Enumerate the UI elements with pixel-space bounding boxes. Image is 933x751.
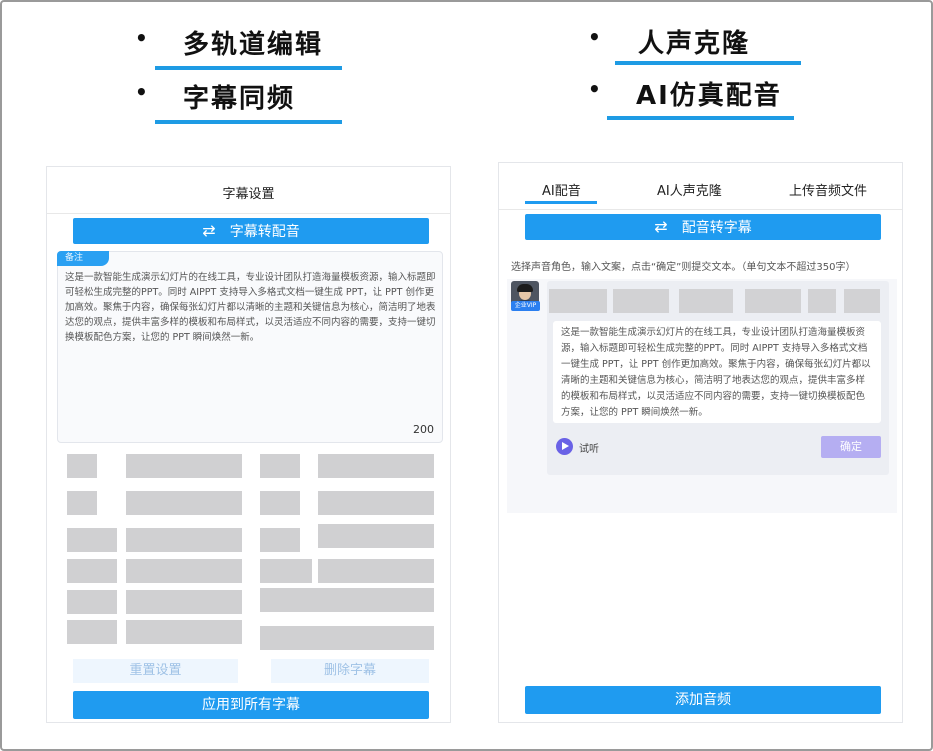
setting-control[interactable] — [318, 454, 434, 478]
tab-upload-audio[interactable]: 上传音频文件 — [789, 180, 867, 199]
feature-label: 人声克隆 — [638, 29, 751, 59]
voice-option[interactable] — [844, 289, 880, 313]
setting-label — [67, 590, 117, 614]
dubbing-text: 这是一款智能生成演示幻灯片的在线工具，专业设计团队打造海量模板资源，输入标题即可… — [561, 327, 871, 418]
feature-label: AI仿真配音 — [636, 81, 782, 111]
setting-control[interactable] — [126, 590, 242, 614]
confirm-button[interactable]: 确定 — [821, 436, 881, 458]
instruction-text: 选择声音角色，输入文案，点击“确定”则提交文本。（单句文本不超过350字） — [511, 262, 856, 273]
voice-option[interactable] — [745, 289, 801, 313]
feature-bullet-subtitle-sync: • 字幕同频 — [135, 78, 295, 115]
feature-bullet-multitrack: • 多轨道编辑 — [135, 24, 323, 61]
setting-control[interactable] — [126, 559, 242, 583]
feature-label: 多轨道编辑 — [183, 30, 324, 60]
setting-control-wide[interactable] — [260, 626, 434, 650]
feature-underline — [615, 61, 801, 65]
subtitle-settings-panel: 字幕设置 ⇄ 字幕转配音 备注 这是一款智能生成演示幻灯片的在线工具，专业设计团队… — [46, 166, 451, 723]
bullet-dot: • — [588, 25, 603, 49]
note-textarea[interactable]: 备注 这是一款智能生成演示幻灯片的在线工具，专业设计团队打造海量模板资源，输入标… — [57, 251, 443, 443]
setting-label — [260, 559, 312, 583]
bullet-dot: • — [588, 77, 603, 101]
delete-subtitle-button[interactable]: 删除字幕 — [271, 659, 429, 683]
voice-option[interactable] — [613, 289, 669, 313]
reset-settings-button[interactable]: 重置设置 — [73, 659, 238, 683]
feature-underline — [607, 116, 794, 120]
panel-title: 字幕设置 — [222, 187, 275, 202]
setting-label — [67, 528, 117, 552]
setting-control[interactable] — [318, 524, 434, 548]
note-tag: 备注 — [57, 251, 109, 266]
bullet-dot: • — [135, 26, 150, 50]
feature-underline — [155, 66, 342, 70]
active-tab-indicator — [525, 201, 597, 204]
voice-option[interactable] — [808, 289, 836, 313]
setting-label — [67, 491, 97, 515]
feature-bullet-ai-dubbing: • AI仿真配音 — [588, 75, 782, 112]
voice-option[interactable] — [549, 289, 607, 313]
divider — [499, 209, 902, 210]
swap-icon: ⇄ — [202, 221, 216, 240]
listen-label[interactable]: 试听 — [579, 440, 599, 455]
swap-icon: ⇄ — [654, 217, 668, 236]
play-icon[interactable] — [556, 438, 573, 455]
setting-control[interactable] — [318, 491, 434, 515]
dubbing-text-input[interactable]: 这是一款智能生成演示幻灯片的在线工具，专业设计团队打造海量模板资源，输入标题即可… — [553, 321, 881, 423]
setting-control[interactable] — [126, 491, 242, 515]
button-label: 字幕转配音 — [229, 224, 300, 240]
tab-ai-dubbing[interactable]: AI配音 — [542, 180, 581, 199]
setting-control-wide[interactable] — [260, 588, 434, 612]
setting-label — [67, 559, 117, 583]
setting-label — [260, 454, 300, 478]
bullet-dot: • — [135, 80, 150, 104]
setting-label — [67, 620, 117, 644]
subtitle-to-dubbing-button[interactable]: ⇄ 字幕转配音 — [73, 218, 429, 244]
ai-dubbing-panel: AI配音 AI人声克隆 上传音频文件 ⇄ 配音转字幕 选择声音角色，输入文案，点击… — [498, 162, 903, 723]
setting-label — [260, 491, 300, 515]
feature-label: 字幕同频 — [183, 84, 296, 114]
vip-badge: 企业VIP — [511, 301, 540, 311]
character-count: 200 — [413, 423, 434, 436]
setting-label — [260, 528, 300, 552]
feature-underline — [155, 120, 342, 124]
setting-label — [67, 454, 97, 478]
setting-control[interactable] — [126, 620, 242, 644]
apply-to-all-subtitles-button[interactable]: 应用到所有字幕 — [73, 691, 429, 719]
dubbing-to-subtitle-button[interactable]: ⇄ 配音转字幕 — [525, 214, 881, 240]
note-text: 这是一款智能生成演示幻灯片的在线工具，专业设计团队打造海量模板资源，输入标题即可… — [65, 272, 436, 343]
setting-control[interactable] — [126, 454, 242, 478]
tab-ai-voice-clone[interactable]: AI人声克隆 — [657, 180, 722, 199]
setting-control[interactable] — [318, 559, 434, 583]
feature-bullet-voice-clone: • 人声克隆 — [588, 23, 750, 60]
setting-control[interactable] — [126, 528, 242, 552]
voice-option[interactable] — [679, 289, 733, 313]
add-audio-button[interactable]: 添加音频 — [525, 686, 881, 714]
divider — [47, 213, 450, 214]
button-label: 配音转字幕 — [681, 220, 752, 236]
